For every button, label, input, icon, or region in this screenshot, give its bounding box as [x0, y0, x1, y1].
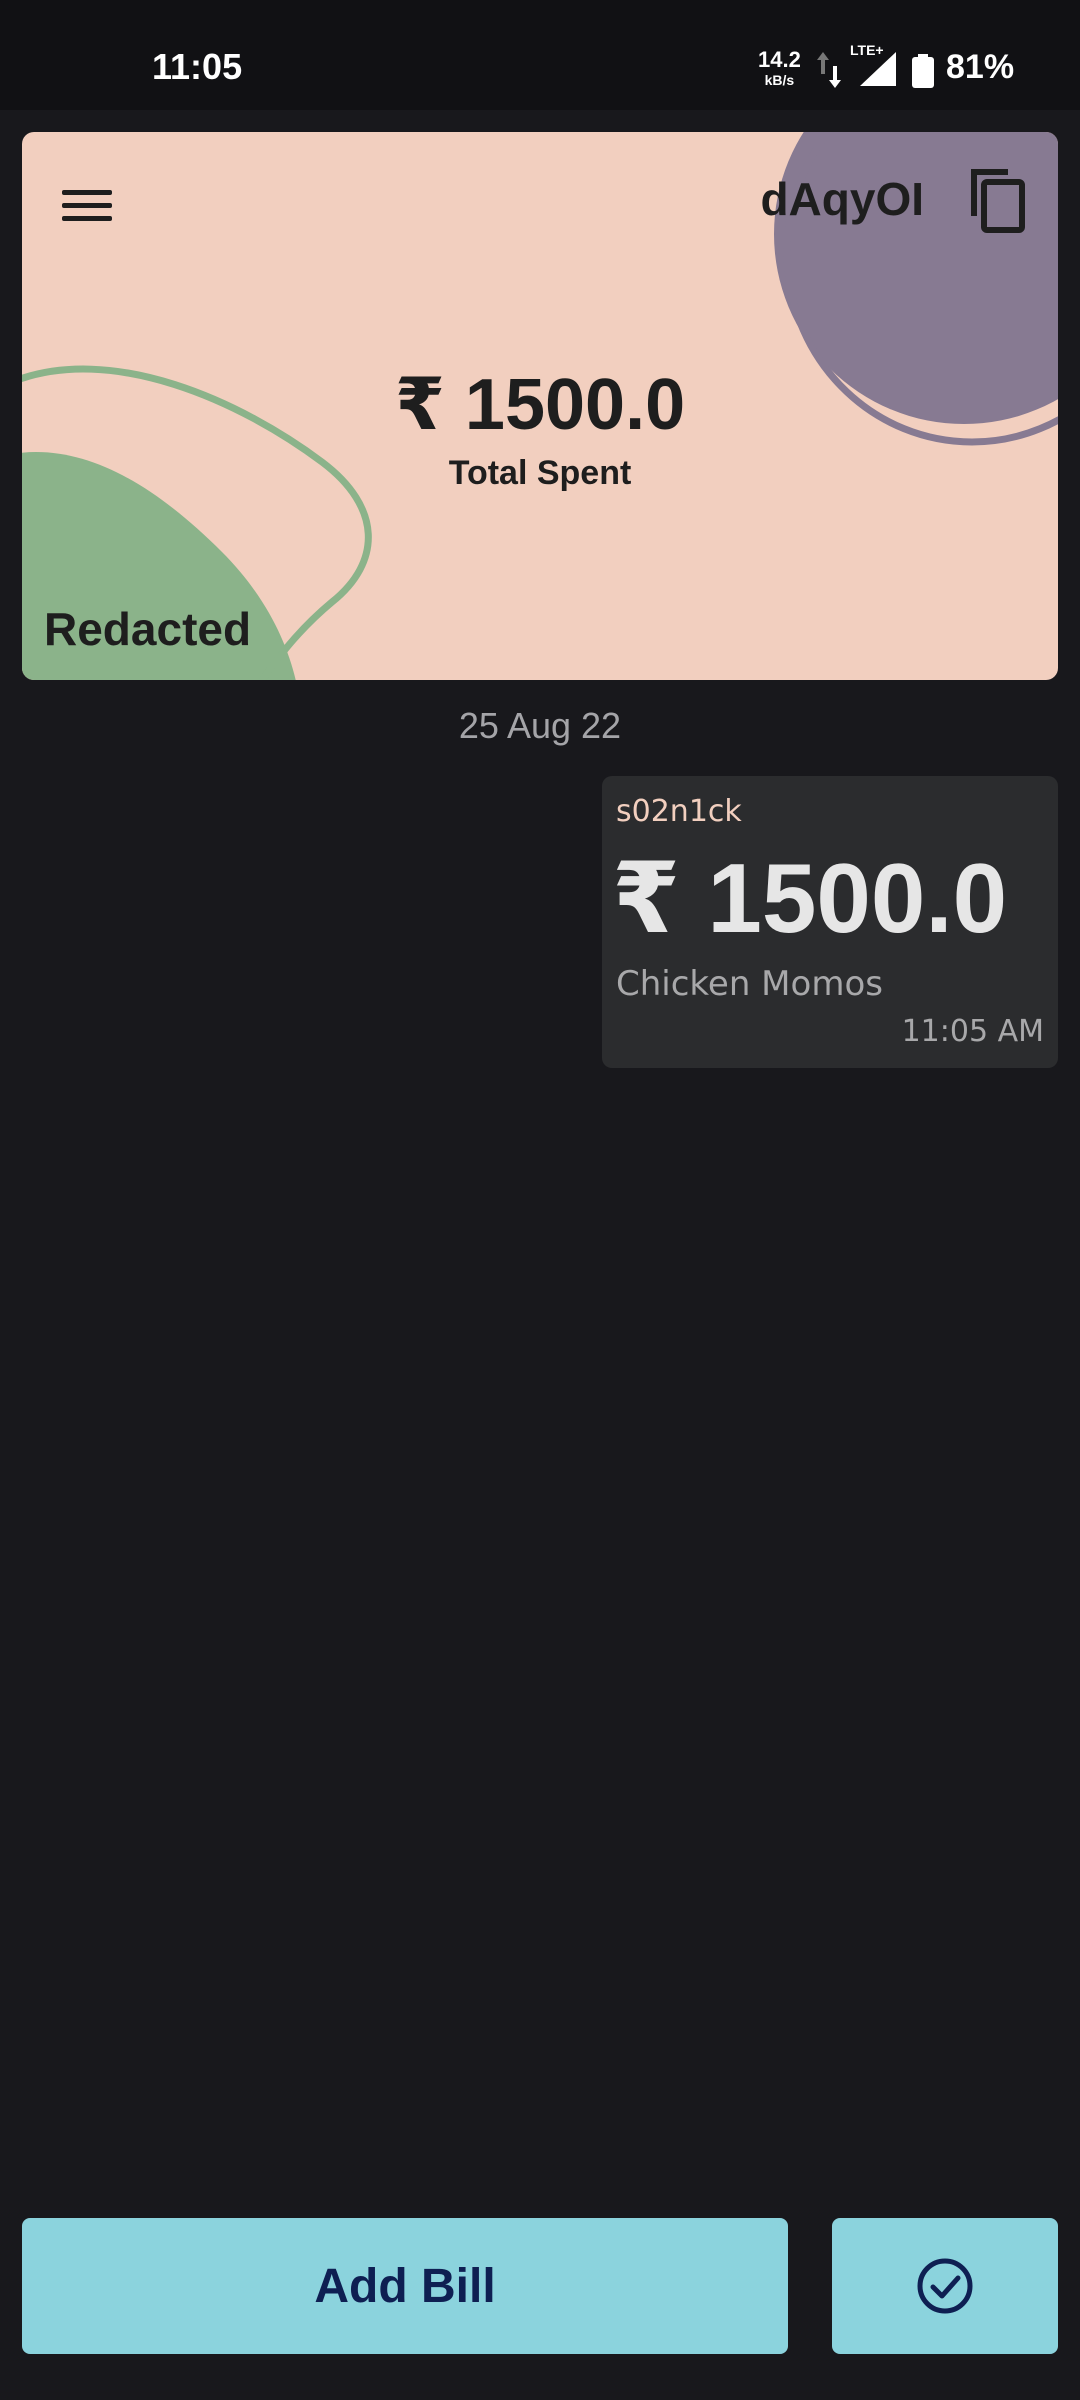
battery-percentage: 81%: [946, 48, 1015, 86]
date-separator: 25 Aug 22: [458, 705, 622, 746]
settle-button[interactable]: [832, 2218, 1058, 2354]
copy-icon[interactable]: [964, 166, 1028, 236]
network-speed-value: 14.2: [758, 47, 801, 72]
room-code: dAqyOI: [760, 173, 924, 225]
group-name: Redacted: [44, 603, 252, 655]
status-bar: 11:05 14.2 kB/s LTE+ 81%: [0, 0, 1080, 110]
bill-entry[interactable]: s02n1ck ₹ 1500.0 Chicken Momos 11:05 AM: [602, 776, 1058, 1068]
network-speed-unit: kB/s: [764, 72, 795, 88]
bill-description: Chicken Momos: [616, 964, 883, 1004]
battery-icon: [912, 54, 934, 88]
signal-icon: [860, 52, 896, 86]
network-speed: 14.2 kB/s: [758, 47, 801, 90]
total-spent-amount: ₹ 1500.0: [394, 365, 686, 445]
check-circle-icon: [917, 2258, 973, 2314]
bill-user: s02n1ck: [616, 794, 742, 829]
hamburger-menu-icon[interactable]: [60, 177, 116, 233]
bill-time: 11:05 AM: [901, 1014, 1044, 1049]
total-spent-label: Total Spent: [448, 454, 632, 492]
bill-amount: ₹ 1500.0: [612, 843, 1008, 953]
add-bill-button[interactable]: Add Bill: [22, 2218, 788, 2354]
status-time: 11:05: [152, 46, 243, 87]
summary-card: dAqyOI ₹ 1500.0 Total Spent Redacted: [22, 132, 1058, 680]
data-transfer-icon: [817, 52, 841, 88]
